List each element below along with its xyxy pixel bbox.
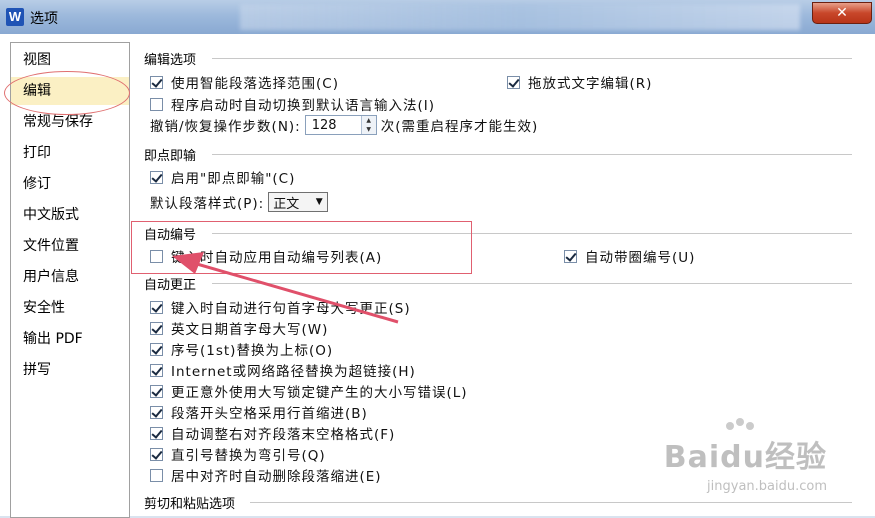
paw-icon xyxy=(726,418,754,430)
baidu-watermark-url: jingyan.baidu.com xyxy=(707,479,827,494)
annotation-arrow-shaft xyxy=(189,260,399,324)
annotation-arrow-head xyxy=(172,252,204,274)
